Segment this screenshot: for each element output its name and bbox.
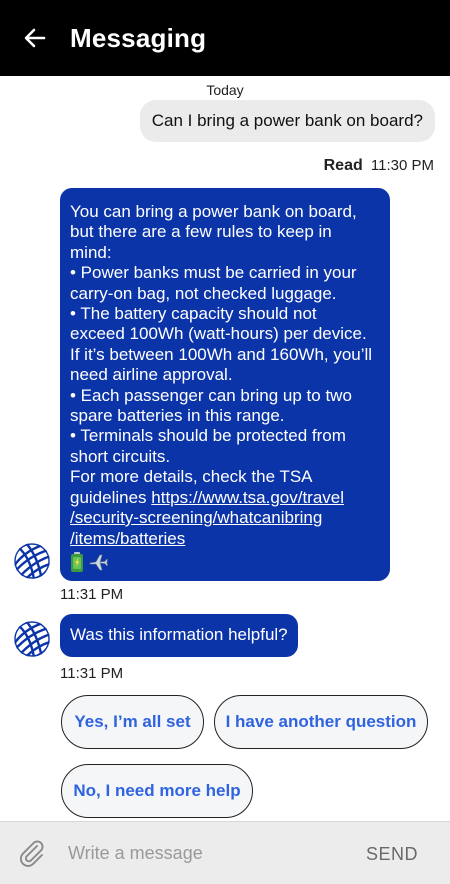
- message-line: • The battery capacity should not: [70, 304, 317, 324]
- message-line: If it’s between 100Wh and 160Wh, you’ll: [70, 344, 373, 364]
- quick-reply-yes-button[interactable]: Yes, I’m all set: [61, 695, 204, 749]
- message-timestamp: 11:31 PM: [60, 665, 124, 682]
- quick-reply-another-question-button[interactable]: I have another question: [214, 695, 428, 749]
- emoji-row: [70, 551, 380, 573]
- app-header: Messaging: [0, 0, 450, 76]
- tsa-link-part-3[interactable]: /items/batteries: [70, 529, 380, 549]
- message-line: • Terminals should be protected from: [70, 426, 346, 446]
- page-title: Messaging: [70, 22, 207, 53]
- battery-icon: [71, 551, 83, 572]
- globe-logo-icon: [14, 543, 50, 579]
- bot-avatar: [14, 543, 50, 579]
- send-button[interactable]: SEND: [366, 844, 418, 865]
- message-line: mind:: [70, 242, 112, 262]
- message-line: carry-on bag, not checked luggage.: [70, 283, 337, 303]
- attach-button[interactable]: [14, 835, 50, 871]
- read-receipt: Read 11:30 PM: [324, 157, 434, 175]
- read-time: 11:30 PM: [370, 157, 434, 174]
- date-separator: Today: [206, 82, 244, 98]
- airplane-icon: [89, 554, 108, 571]
- tsa-link-part-2[interactable]: /security-screening/whatcanibring: [70, 508, 380, 528]
- message-line: spare batteries in this range.: [70, 406, 285, 426]
- bot-question-bubble: Was this information helpful?: [60, 614, 298, 657]
- message-line: • Each passenger can bring up to two: [70, 385, 352, 405]
- message-line: • Power banks must be carried in your: [70, 263, 357, 283]
- user-message-bubble: Can I bring a power bank on board?: [139, 100, 435, 142]
- message-line-link: guidelines https://www.tsa.gov/travel: [70, 488, 380, 508]
- message-line: exceed 100Wh (watt-hours) per device.: [70, 324, 367, 344]
- message-line: but there are a few rules to keep in: [70, 222, 332, 242]
- paperclip-icon: [19, 840, 44, 867]
- tsa-link-part-1[interactable]: https://www.tsa.gov/travel: [151, 488, 344, 507]
- bot-avatar: [14, 621, 50, 657]
- globe-logo-icon: [14, 621, 50, 657]
- back-button[interactable]: [18, 21, 52, 55]
- message-line: You can bring a power bank on board,: [70, 202, 357, 221]
- message-line: need airline approval.: [70, 365, 233, 385]
- message-line: For more details, check the TSA: [70, 467, 313, 487]
- message-timestamp: 11:31 PM: [60, 586, 124, 603]
- read-status: Read: [323, 157, 363, 174]
- bot-answer-bubble: You can bring a power bank on board, but…: [60, 188, 390, 581]
- link-prefix: guidelines: [70, 487, 152, 507]
- message-line: short circuits.: [70, 446, 171, 466]
- message-composer: SEND: [0, 821, 450, 884]
- message-input[interactable]: [68, 842, 338, 864]
- quick-reply-more-help-button[interactable]: No, I need more help: [61, 764, 253, 818]
- arrow-left-icon: [24, 28, 46, 48]
